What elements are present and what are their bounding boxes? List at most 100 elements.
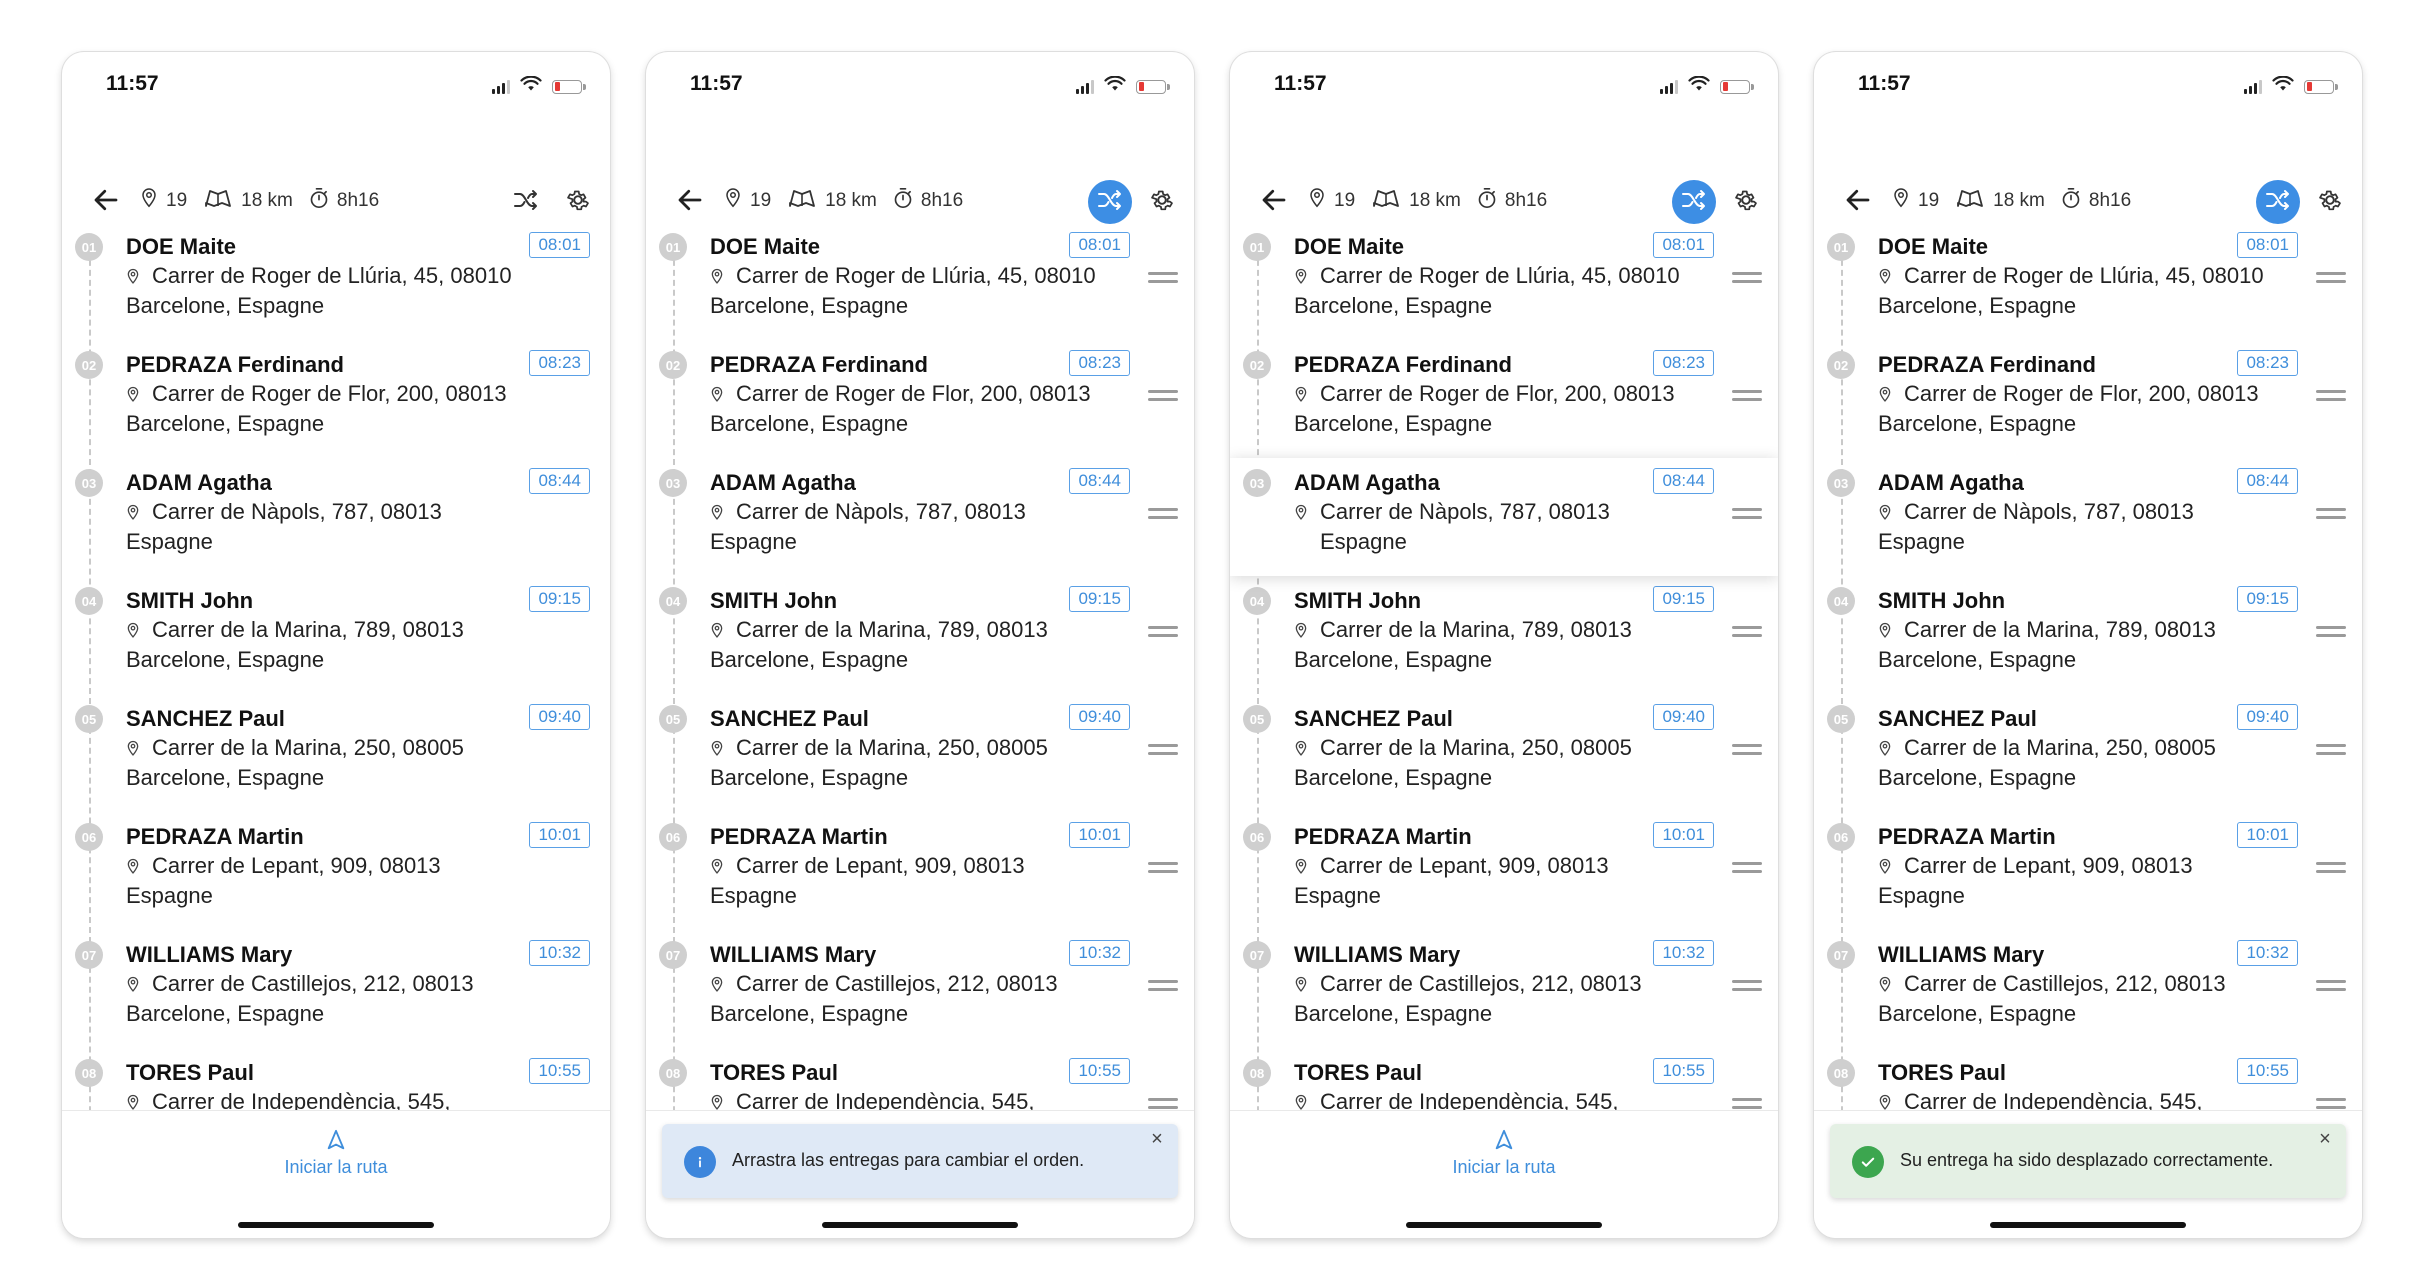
stop-address-line2: Barcelone, Espagne [1294, 411, 1493, 436]
stop-row[interactable]: 03 ADAM Agatha 08:44 Carrer de Nàpols, 787,… [62, 458, 610, 576]
location-pin-icon [126, 976, 140, 998]
status-bar: 11:57 [646, 52, 1194, 122]
stop-row[interactable]: 06 PEDRAZA Martin 10:01 Carrer de Lepant, 9… [1230, 812, 1778, 930]
stop-address-line1: Carrer de Roger de Llúria, 45, 08010 [152, 263, 512, 288]
eta-badge: 09:15 [1653, 586, 1714, 612]
drag-handle-icon[interactable] [2316, 508, 2346, 520]
drag-handle-icon[interactable] [1148, 744, 1178, 756]
location-pin-icon [710, 386, 724, 408]
close-icon[interactable]: × [2314, 1128, 2336, 1150]
drag-handle-icon[interactable] [1148, 1098, 1178, 1110]
stop-number: 04 [75, 587, 103, 615]
stop-row[interactable]: 01 DOE Maite 08:01 Carrer de Roger de Llúri… [62, 222, 610, 340]
stop-customer-name: SANCHEZ Paul [1878, 706, 2037, 731]
drag-handle-icon[interactable] [1732, 508, 1762, 520]
stop-number: 05 [1243, 705, 1271, 733]
reorder-toggle-button[interactable] [504, 180, 548, 224]
back-button[interactable] [666, 178, 714, 226]
route-duration: 8h16 [920, 190, 964, 211]
stop-row[interactable]: 04 SMITH John 09:15 Carrer de la Marina, 78… [1814, 576, 2362, 694]
stop-row[interactable]: 03 ADAM Agatha 08:44 Carrer de Nàpols, 787,… [1814, 458, 2362, 576]
close-icon[interactable]: × [1146, 1128, 1168, 1150]
settings-button[interactable] [1140, 180, 1184, 224]
signal-icon [1660, 79, 1678, 94]
settings-button[interactable] [556, 180, 600, 224]
stop-row[interactable]: 07 WILLIAMS Mary 10:32 Carrer de Castillejo… [646, 930, 1194, 1048]
status-icons [1660, 75, 1754, 97]
stop-row[interactable]: 05 SANCHEZ Paul 09:40 Carrer de la Marina, … [646, 694, 1194, 812]
location-pin-icon [1878, 386, 1892, 408]
drag-handle-icon[interactable] [2316, 862, 2346, 874]
drag-handle-icon[interactable] [1732, 1098, 1762, 1110]
drag-handle-icon[interactable] [1148, 272, 1178, 284]
stop-row[interactable]: 05 SANCHEZ Paul 09:40 Carrer de la Marina, … [62, 694, 610, 812]
location-pin-icon [1294, 504, 1308, 526]
stop-number: 02 [1243, 351, 1271, 379]
stop-row[interactable]: 05 SANCHEZ Paul 09:40 Carrer de la Marina, … [1230, 694, 1778, 812]
reorder-toggle-button[interactable] [1672, 180, 1716, 224]
stop-address-line1: Carrer de Nàpols, 787, 08013 [1320, 499, 1610, 524]
start-route-button[interactable]: Iniciar la ruta [1230, 1129, 1778, 1178]
eta-badge: 08:23 [529, 350, 590, 376]
eta-badge: 10:01 [1069, 822, 1130, 848]
reorder-toggle-button[interactable] [2256, 180, 2300, 224]
drag-handle-icon[interactable] [1732, 626, 1762, 638]
eta-badge: 09:15 [529, 586, 590, 612]
stop-row[interactable]: 02 PEDRAZA Ferdinand 08:23 Carrer de Roger … [1230, 340, 1778, 458]
stop-row[interactable]: 01 DOE Maite 08:01 Carrer de Roger de Llúri… [1814, 222, 2362, 340]
stop-row[interactable]: 07 WILLIAMS Mary 10:32 Carrer de Castillejo… [62, 930, 610, 1048]
stop-address-line2: Barcelone, Espagne [1878, 765, 2077, 790]
stops-count: 19 [1334, 190, 1356, 211]
stop-row[interactable]: 01 DOE Maite 08:01 Carrer de Roger de Llúri… [646, 222, 1194, 340]
stop-row[interactable]: 07 WILLIAMS Mary 10:32 Carrer de Castillejo… [1814, 930, 2362, 1048]
stop-number: 02 [75, 351, 103, 379]
drag-handle-icon[interactable] [1732, 272, 1762, 284]
stop-address-line2: Espagne [710, 529, 797, 554]
settings-button[interactable] [2308, 180, 2352, 224]
wifi-icon [520, 75, 542, 97]
stop-address-line2: Barcelone, Espagne [1294, 765, 1493, 790]
drag-handle-icon[interactable] [1148, 508, 1178, 520]
stop-row[interactable]: 05 SANCHEZ Paul 09:40 Carrer de la Marina, … [1814, 694, 2362, 812]
location-pin-icon [1294, 858, 1308, 880]
stop-row[interactable]: 06 PEDRAZA Martin 10:01 Carrer de Lepant, 9… [1814, 812, 2362, 930]
drag-handle-icon[interactable] [2316, 272, 2346, 284]
drag-handle-icon[interactable] [2316, 626, 2346, 638]
stop-row[interactable]: 02 PEDRAZA Ferdinand 08:23 Carrer de Roger … [1814, 340, 2362, 458]
stop-row[interactable]: 06 PEDRAZA Martin 10:01 Carrer de Lepant, 9… [62, 812, 610, 930]
stop-address-line2: Barcelone, Espagne [126, 411, 325, 436]
reorder-toggle-button[interactable] [1088, 180, 1132, 224]
stop-row[interactable]: 03 ADAM Agatha 08:44 Carrer de Nàpols, 787,… [1230, 458, 1778, 576]
drag-handle-icon[interactable] [2316, 744, 2346, 756]
back-button[interactable] [1250, 178, 1298, 226]
settings-button[interactable] [1724, 180, 1768, 224]
drag-handle-icon[interactable] [1732, 744, 1762, 756]
stop-row[interactable]: 04 SMITH John 09:15 Carrer de la Marina, 78… [646, 576, 1194, 694]
stop-row[interactable]: 02 PEDRAZA Ferdinand 08:23 Carrer de Roger … [62, 340, 610, 458]
drag-handle-icon[interactable] [1732, 862, 1762, 874]
drag-handle-icon[interactable] [1148, 390, 1178, 402]
drag-handle-icon[interactable] [2316, 390, 2346, 402]
map-icon [203, 188, 241, 214]
drag-handle-icon[interactable] [2316, 1098, 2346, 1110]
stop-number: 01 [1827, 233, 1855, 261]
stop-row[interactable]: 01 DOE Maite 08:01 Carrer de Roger de Llúri… [1230, 222, 1778, 340]
drag-handle-icon[interactable] [1148, 980, 1178, 992]
stop-row[interactable]: 06 PEDRAZA Martin 10:01 Carrer de Lepant, 9… [646, 812, 1194, 930]
stop-customer-name: ADAM Agatha [1878, 470, 2024, 495]
back-button[interactable] [1834, 178, 1882, 226]
drag-handle-icon[interactable] [1148, 862, 1178, 874]
timer-icon [1477, 187, 1505, 215]
stop-row[interactable]: 04 SMITH John 09:15 Carrer de la Marina, 78… [1230, 576, 1778, 694]
drag-handle-icon[interactable] [1732, 980, 1762, 992]
route-duration: 8h16 [1504, 190, 1548, 211]
stop-row[interactable]: 02 PEDRAZA Ferdinand 08:23 Carrer de Roger … [646, 340, 1194, 458]
start-route-button[interactable]: Iniciar la ruta [62, 1129, 610, 1178]
back-button[interactable] [82, 178, 130, 226]
drag-handle-icon[interactable] [1732, 390, 1762, 402]
drag-handle-icon[interactable] [1148, 626, 1178, 638]
drag-handle-icon[interactable] [2316, 980, 2346, 992]
stop-row[interactable]: 07 WILLIAMS Mary 10:32 Carrer de Castillejo… [1230, 930, 1778, 1048]
stop-row[interactable]: 03 ADAM Agatha 08:44 Carrer de Nàpols, 787,… [646, 458, 1194, 576]
stop-row[interactable]: 04 SMITH John 09:15 Carrer de la Marina, 78… [62, 576, 610, 694]
